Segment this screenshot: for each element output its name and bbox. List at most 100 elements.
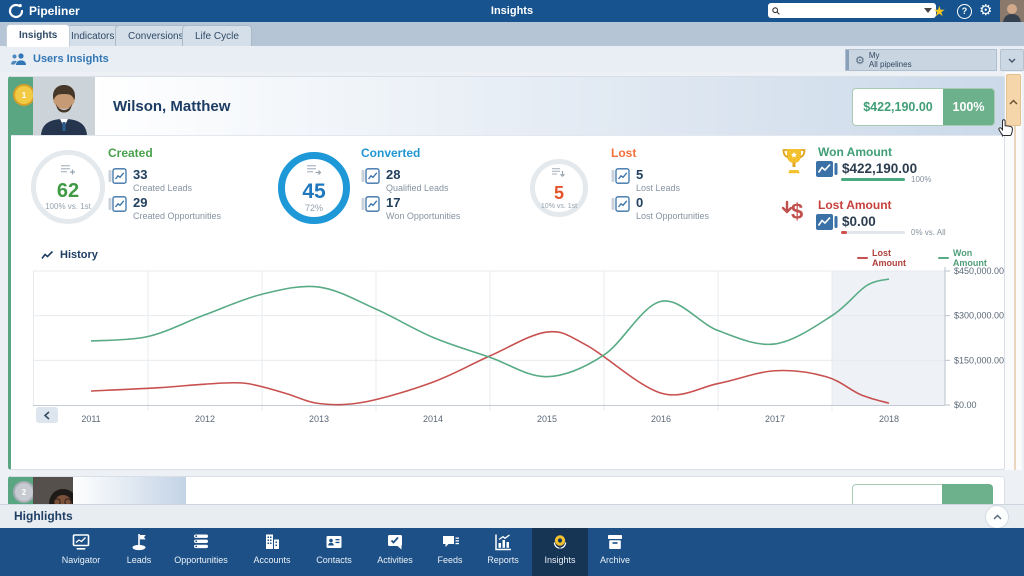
svg-text:2013: 2013: [309, 414, 329, 424]
nav-item-activities[interactable]: Activities: [367, 528, 423, 576]
highlights-expand-button[interactable]: [985, 505, 1009, 529]
lost-opportunities-metric: 0 Lost Opportunities: [611, 196, 709, 221]
user-insight-card-2[interactable]: 2: [8, 476, 1005, 506]
lost-list-down-icon: [552, 166, 566, 184]
nav-item-label: Archive: [600, 555, 630, 565]
chart-scroll-left-button[interactable]: [36, 407, 58, 423]
metric-label: Lost Leads: [636, 183, 680, 193]
metric-value: 28: [386, 168, 449, 181]
lost-progress-label: 0% vs. All: [911, 228, 946, 237]
nav-item-insights[interactable]: Insights: [532, 528, 588, 576]
tab-life-cycle[interactable]: Life Cycle: [182, 25, 252, 47]
user-card-header[interactable]: 1 Wilson, Matthew $422,190.00 100%: [11, 77, 1004, 136]
pipeliner-swirl-icon: [8, 3, 24, 19]
rank-number: 1: [22, 91, 26, 100]
nav-item-label: Contacts: [316, 555, 352, 565]
favorites-star-icon[interactable]: ★: [933, 2, 946, 20]
lost-dollar-icon: $: [781, 198, 809, 229]
history-chart-icon: [41, 250, 54, 260]
nav-item-leads[interactable]: Leads: [117, 528, 161, 576]
chevron-down-icon: [1008, 58, 1016, 63]
app-logo[interactable]: Pipeliner: [8, 0, 80, 22]
badge-percent: 100%: [943, 89, 994, 125]
nav-item-archive[interactable]: Archive: [588, 528, 642, 576]
history-title: History: [41, 249, 98, 261]
svg-text:$300,000.00: $300,000.00: [954, 311, 1004, 321]
legend-label: Lost Amount: [872, 248, 923, 268]
mini-chart-icon[interactable]: [108, 168, 127, 184]
pipeline-accent-bar: [846, 50, 849, 70]
legend-label: Won Amount: [953, 248, 1004, 268]
rank-number-2: 2: [22, 488, 26, 497]
search-caret-icon[interactable]: [924, 8, 932, 13]
accounts-icon: [262, 532, 282, 552]
mini-chart-icon[interactable]: [108, 196, 127, 212]
won-progress-track: [841, 178, 905, 181]
nav-item-navigator[interactable]: Navigator: [53, 528, 109, 576]
insights-icon: [550, 532, 570, 552]
converted-subtext: 72%: [305, 203, 323, 213]
legend-item-lost-amount[interactable]: Lost Amount: [857, 248, 923, 268]
converted-total: 45: [302, 181, 325, 203]
legend-item-won-amount[interactable]: Won Amount: [938, 248, 1004, 268]
scrollbar-edge-line: [1014, 126, 1016, 470]
nav-item-label: Opportunities: [174, 555, 228, 565]
metric-value: 29: [133, 196, 221, 209]
rank-strip-2: 2: [11, 477, 33, 505]
svg-text:$: $: [791, 199, 803, 224]
svg-text:2011: 2011: [81, 414, 100, 424]
rank-1-medal-icon: 1: [13, 84, 35, 106]
users-insights-label: Users Insights: [33, 53, 109, 65]
leads-icon: [129, 532, 149, 552]
created-list-plus-icon: [61, 163, 76, 181]
nav-item-feeds[interactable]: Feeds: [428, 528, 472, 576]
mini-chart-icon[interactable]: [361, 196, 380, 212]
feeds-icon: [440, 532, 460, 552]
help-icon[interactable]: ?: [957, 4, 972, 19]
svg-text:$0.00: $0.00: [954, 400, 977, 410]
badge-amount-2: [852, 484, 944, 506]
nav-item-contacts[interactable]: Contacts: [307, 528, 361, 576]
won-amount-label: Won Amount: [818, 145, 892, 159]
highlights-bar[interactable]: [0, 504, 1024, 529]
nav-item-reports[interactable]: Reports: [477, 528, 529, 576]
svg-text:$150,000.00: $150,000.00: [954, 355, 1004, 365]
nav-item-accounts[interactable]: Accounts: [243, 528, 301, 576]
tab-insights[interactable]: Insights: [6, 24, 70, 47]
metric-value: 5: [636, 168, 680, 181]
pipeline-dropdown-button[interactable]: [1000, 49, 1024, 71]
reports-icon: [493, 532, 513, 552]
lost-label: Lost: [611, 146, 636, 160]
lost-amount-chart-icon[interactable]: [816, 214, 838, 235]
converted-list-arrow-icon: [307, 163, 322, 181]
search-input[interactable]: [784, 4, 920, 18]
nav-item-label: Insights: [544, 555, 575, 565]
mini-chart-icon[interactable]: [611, 196, 630, 212]
current-user-avatar[interactable]: [1000, 0, 1024, 22]
user-insight-card[interactable]: 1 Wilson, Matthew $422,190.00 100%: [8, 76, 1005, 470]
won-amount-chart-icon[interactable]: [816, 161, 838, 182]
mini-chart-icon[interactable]: [361, 168, 380, 184]
opportunities-icon: [191, 532, 211, 552]
mini-chart-icon[interactable]: [611, 168, 630, 184]
highlights-title: Highlights: [14, 509, 73, 523]
svg-text:2012: 2012: [195, 414, 215, 424]
global-search[interactable]: [768, 3, 936, 18]
svg-text:2018: 2018: [879, 414, 899, 424]
nav-item-label: Navigator: [62, 555, 101, 565]
settings-gear-icon[interactable]: ⚙: [979, 1, 992, 21]
nav-item-label: Accounts: [253, 555, 290, 565]
app-logo-text: Pipeliner: [29, 4, 80, 18]
pipeline-selector[interactable]: ⚙ My All pipelines: [845, 49, 997, 71]
metric-label: Created Leads: [133, 183, 192, 193]
rank-2-medal-icon: 2: [13, 481, 35, 503]
chevron-left-icon: [44, 411, 50, 420]
nav-item-opportunities[interactable]: Opportunities: [163, 528, 239, 576]
lost-total-circle: 5 10% vs. 1st: [530, 159, 588, 217]
vertical-scrollbar-thumb[interactable]: [1006, 74, 1021, 126]
rank-strip: 1: [11, 77, 33, 135]
pipeline-selector-line1: My: [869, 51, 912, 60]
svg-text:2015: 2015: [537, 414, 557, 424]
created-leads-metric: 33 Created Leads: [108, 168, 192, 193]
won-amount-badge: $422,190.00 100%: [852, 88, 995, 126]
